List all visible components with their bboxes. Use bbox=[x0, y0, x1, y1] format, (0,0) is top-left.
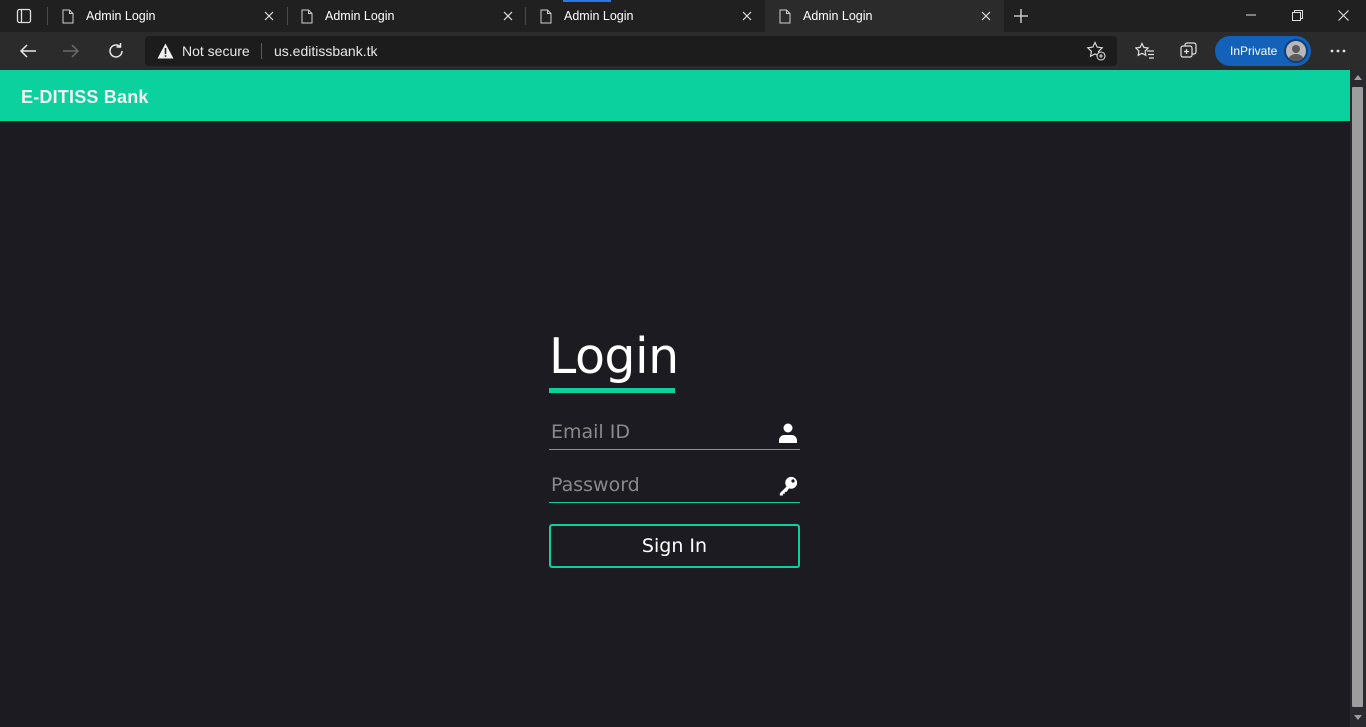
page-scrollbar[interactable] bbox=[1350, 70, 1366, 727]
scroll-thumb[interactable] bbox=[1352, 87, 1363, 707]
profile-avatar bbox=[1284, 39, 1308, 63]
email-field bbox=[549, 416, 800, 450]
plus-icon bbox=[1014, 9, 1028, 23]
close-tab-icon[interactable] bbox=[974, 4, 998, 28]
close-window-button[interactable] bbox=[1320, 0, 1366, 30]
back-arrow-icon bbox=[19, 44, 36, 58]
address-separator bbox=[261, 43, 262, 59]
warning-icon bbox=[157, 43, 174, 59]
favorites-icon bbox=[1135, 42, 1154, 59]
login-title: Login bbox=[549, 328, 679, 385]
back-button[interactable] bbox=[12, 35, 44, 67]
tab-actions-icon bbox=[16, 8, 32, 24]
more-horizontal-icon bbox=[1330, 49, 1346, 53]
browser-tab-3[interactable]: Admin Login bbox=[526, 0, 765, 32]
settings-more-button[interactable] bbox=[1322, 35, 1354, 67]
tab-title: Admin Login bbox=[803, 9, 873, 23]
tab-title: Admin Login bbox=[86, 9, 156, 23]
browser-tab-1[interactable]: Admin Login bbox=[48, 0, 287, 32]
browser-tab-2[interactable]: Admin Login bbox=[287, 0, 526, 32]
favorites-button[interactable] bbox=[1129, 35, 1161, 67]
tab-actions-button[interactable] bbox=[8, 4, 40, 28]
collections-button[interactable] bbox=[1173, 35, 1205, 67]
tab-title: Admin Login bbox=[325, 9, 395, 23]
minimize-button[interactable] bbox=[1228, 0, 1274, 30]
restore-button[interactable] bbox=[1274, 0, 1320, 30]
sign-in-button[interactable]: Sign In bbox=[549, 524, 800, 568]
forward-arrow-icon bbox=[63, 44, 80, 58]
forward-button[interactable] bbox=[55, 35, 87, 67]
restore-icon bbox=[1291, 9, 1303, 21]
close-tab-icon[interactable] bbox=[257, 4, 281, 28]
scroll-down-icon[interactable] bbox=[1354, 715, 1362, 721]
inprivate-label: InPrivate bbox=[1230, 44, 1278, 58]
scroll-up-icon[interactable] bbox=[1354, 74, 1362, 80]
inprivate-button[interactable]: InPrivate bbox=[1215, 36, 1311, 66]
new-tab-button[interactable] bbox=[1008, 3, 1034, 29]
browser-toolbar: Not secure us.editissbank.tk InPrivate bbox=[0, 32, 1366, 70]
refresh-button[interactable] bbox=[100, 35, 132, 67]
url-text[interactable]: us.editissbank.tk bbox=[274, 43, 378, 59]
browser-tab-4[interactable]: Admin Login bbox=[765, 0, 1004, 32]
collections-icon bbox=[1180, 42, 1197, 58]
password-field bbox=[549, 469, 800, 503]
title-underline bbox=[549, 388, 675, 393]
page-icon bbox=[777, 8, 793, 24]
site-navbar: E-DITISS Bank bbox=[0, 70, 1350, 121]
page-icon bbox=[60, 8, 76, 24]
close-icon bbox=[1337, 9, 1349, 21]
add-favorite-icon[interactable] bbox=[1085, 41, 1107, 61]
tab-loading-indicator bbox=[563, 0, 611, 2]
login-form: Login Sign In bbox=[549, 320, 801, 580]
brand-logo[interactable]: E-DITISS Bank bbox=[21, 87, 149, 108]
refresh-icon bbox=[109, 43, 123, 58]
email-input[interactable] bbox=[549, 416, 769, 448]
tab-title: Admin Login bbox=[564, 9, 634, 23]
user-icon bbox=[778, 422, 798, 444]
tab-strip: Admin Login Admin Login Admin Login Admi… bbox=[0, 0, 1366, 32]
address-bar[interactable]: Not secure us.editissbank.tk bbox=[145, 36, 1117, 66]
page-icon bbox=[538, 8, 554, 24]
password-input[interactable] bbox=[549, 469, 769, 501]
close-tab-icon[interactable] bbox=[496, 4, 520, 28]
close-tab-icon[interactable] bbox=[735, 4, 759, 28]
key-icon bbox=[778, 475, 798, 497]
page-icon bbox=[299, 8, 315, 24]
security-status[interactable]: Not secure bbox=[182, 43, 250, 59]
minimize-icon bbox=[1246, 14, 1256, 16]
